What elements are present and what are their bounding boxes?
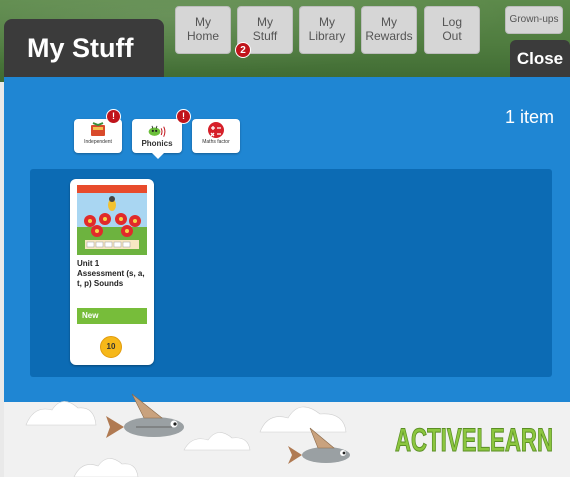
- activelearn-logo: ACTIVELEARN: [395, 422, 554, 459]
- nav-label-line1: My: [257, 15, 273, 29]
- cloud-icon: [259, 406, 347, 433]
- status-badge: New: [77, 308, 147, 324]
- flying-fish-icon: [106, 393, 184, 438]
- flying-fish-icon: [288, 427, 350, 464]
- filter-independent[interactable]: Independent: [74, 119, 122, 153]
- bee-icon: [148, 125, 166, 137]
- filter-label: Phonics: [141, 139, 173, 148]
- nav-label-line1: My: [319, 15, 335, 29]
- cloud-icon: [25, 401, 97, 426]
- close-button[interactable]: Close: [510, 40, 570, 78]
- maths-symbols-icon: [208, 122, 224, 138]
- nav-my-library-button[interactable]: My Library: [299, 6, 355, 54]
- content-shelf: Unit 1 Assessment (s, a, t, p) Sounds Ne…: [30, 169, 552, 377]
- filter-phonics[interactable]: Phonics: [132, 119, 182, 159]
- nav-label-line2: Out: [442, 29, 462, 43]
- page-title: My Stuff: [4, 19, 164, 77]
- notification-badge: !: [176, 109, 191, 124]
- nav-label-line1: Log: [441, 15, 463, 29]
- nav-label-line2: Rewards: [365, 29, 413, 43]
- nav-my-home-button[interactable]: My Home: [175, 6, 231, 54]
- points-coin: 10: [100, 336, 122, 358]
- nav-label-line2: Library: [308, 29, 346, 43]
- activity-card[interactable]: Unit 1 Assessment (s, a, t, p) Sounds Ne…: [70, 179, 154, 365]
- cloud-icon: [183, 432, 251, 451]
- nav-label-line1: My: [195, 15, 211, 29]
- grown-ups-button[interactable]: Grown-ups: [505, 6, 563, 34]
- notification-badge: !: [106, 109, 121, 124]
- nav-label-line1: My: [381, 15, 397, 29]
- filter-maths-factor[interactable]: Maths factor: [192, 119, 240, 153]
- main-panel: 1 item Independent ! Phonics ! Maths fac…: [4, 77, 570, 402]
- logo-text: ACTIVELEARN: [395, 422, 553, 458]
- nav-label-line2: Stuff: [252, 29, 278, 43]
- item-count: 1 item: [504, 107, 554, 127]
- filter-label: Maths factor: [202, 139, 230, 145]
- log-out-button[interactable]: Log Out: [424, 6, 480, 54]
- notification-badge: 2: [235, 42, 251, 58]
- nav-my-rewards-button[interactable]: My Rewards: [361, 6, 417, 54]
- book-icon: [91, 122, 105, 136]
- cloud-icon: [73, 458, 139, 477]
- nav-label-line2: Home: [186, 29, 219, 43]
- activity-thumbnail: [77, 185, 147, 255]
- filter-label: Independent: [84, 139, 112, 145]
- activity-title: Unit 1 Assessment (s, a, t, p) Sounds: [77, 259, 145, 288]
